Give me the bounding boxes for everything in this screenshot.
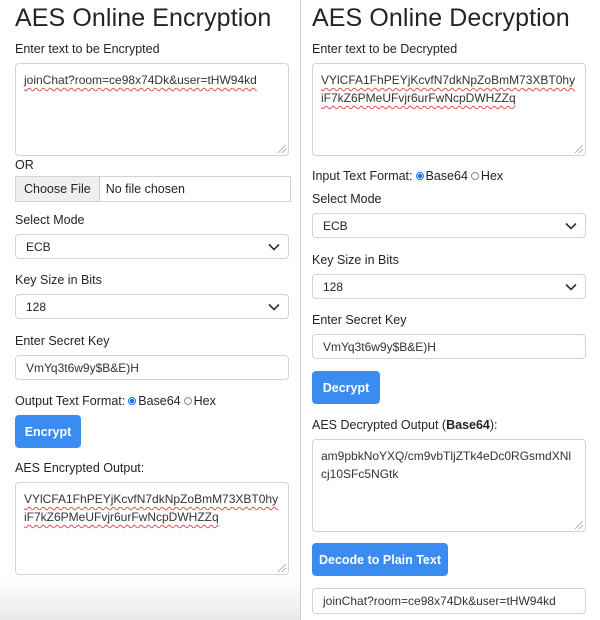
decrypted-output-label-format: Base64 <box>446 418 490 432</box>
decrypt-input-label: Enter text to be Decrypted <box>312 42 458 56</box>
encrypt-secret-value: VmYq3t6w9y$B&E)H <box>26 360 139 375</box>
chevron-down-icon <box>565 222 577 230</box>
decrypted-output-label: AES Decrypted Output (Base64): <box>312 418 498 432</box>
radio-checked-icon[interactable] <box>415 172 424 180</box>
input-format-base64-label: Base64 <box>425 169 468 183</box>
radio-unchecked-icon[interactable] <box>183 397 192 405</box>
encrypted-output-label: AES Encrypted Output: <box>15 461 145 475</box>
radio-unchecked-icon[interactable] <box>470 172 479 180</box>
plain-text-value: joinChat?room=ce98x74Dk&user=tHW94kd <box>323 594 556 608</box>
encrypt-key-size-value: 128 <box>26 299 47 314</box>
input-format-hex-option[interactable]: Hex <box>468 169 503 183</box>
resize-grip-icon[interactable] <box>575 521 583 529</box>
input-format-hex-label: Hex <box>480 169 504 183</box>
plain-text-output[interactable]: joinChat?room=ce98x74Dk&user=tHW94kd <box>312 588 586 614</box>
encrypt-key-size-select[interactable]: 128 <box>15 294 289 319</box>
resize-grip-icon[interactable] <box>575 145 583 153</box>
output-format-hex-label: Hex <box>193 394 216 408</box>
decrypt-secret-value: VmYq3t6w9y$B&E)H <box>323 339 436 354</box>
resize-grip-icon[interactable] <box>278 145 286 153</box>
encrypt-mode-value: ECB <box>26 239 51 254</box>
encryption-title: AES Online Encryption <box>15 4 272 32</box>
chevron-down-icon <box>268 303 280 311</box>
input-format-base64-option[interactable]: Base64 <box>413 169 468 183</box>
encrypted-output-textarea[interactable]: VYlCFA1FhPEYjKcvfN7dkNpZoBmM73XBT0hyiF7k… <box>15 482 289 575</box>
decrypt-secret-label: Enter Secret Key <box>312 313 407 327</box>
encrypt-input-label: Enter text to be Encrypted <box>15 42 160 56</box>
decrypted-output-label-suffix: ): <box>489 418 498 432</box>
output-format-label: Output Text Format: <box>15 394 126 408</box>
chevron-down-icon <box>268 243 280 251</box>
input-format-row: Input Text Format: Base64 Hex <box>312 169 503 183</box>
decrypted-output-label-prefix: AES Decrypted Output ( <box>312 418 447 432</box>
file-picker[interactable]: Choose File No file chosen <box>15 176 291 202</box>
decrypted-output-textarea[interactable]: am9pbkNoYXQ/cm9vbTljZTk4eDc0RGsmdXNlcj10… <box>312 439 586 532</box>
chevron-down-icon <box>565 283 577 291</box>
decrypt-secret-input[interactable]: VmYq3t6w9y$B&E)H <box>312 334 586 359</box>
output-format-row: Output Text Format: Base64 Hex <box>15 394 216 408</box>
encrypt-input-text: joinChat?room=ce98x74Dk&user=tHW94kd <box>24 73 257 87</box>
encrypt-mode-select[interactable]: ECB <box>15 234 289 259</box>
input-format-label: Input Text Format: <box>312 169 413 183</box>
decrypt-mode-label: Select Mode <box>312 192 382 206</box>
decrypt-key-size-label: Key Size in Bits <box>312 253 399 267</box>
decrypt-input-textarea[interactable]: VYlCFA1FhPEYjKcvfN7dkNpZoBmM73XBT0hyiF7k… <box>312 63 586 156</box>
encrypt-mode-label: Select Mode <box>15 213 85 227</box>
radio-checked-icon[interactable] <box>128 397 137 405</box>
decrypt-mode-value: ECB <box>323 218 348 233</box>
decryption-title: AES Online Decryption <box>312 4 570 32</box>
encrypt-secret-label: Enter Secret Key <box>15 334 110 348</box>
output-format-base64-label: Base64 <box>138 394 181 408</box>
bottom-shade <box>0 578 300 620</box>
decrypted-output-text: am9pbkNoYXQ/cm9vbTljZTk4eDc0RGsmdXNlcj10… <box>321 449 572 481</box>
encrypted-output-text: VYlCFA1FhPEYjKcvfN7dkNpZoBmM73XBT0hyiF7k… <box>24 492 279 524</box>
decode-plain-text-button[interactable]: Decode to Plain Text <box>312 543 448 576</box>
decrypt-button[interactable]: Decrypt <box>312 371 380 404</box>
choose-file-button[interactable]: Choose File <box>16 177 100 201</box>
decryption-panel: AES Online Decryption Enter text to be D… <box>300 0 600 620</box>
decrypt-mode-select[interactable]: ECB <box>312 213 586 238</box>
output-format-hex-option[interactable]: Hex <box>181 394 216 408</box>
decrypt-key-size-select[interactable]: 128 <box>312 274 586 299</box>
encrypt-button[interactable]: Encrypt <box>15 415 81 448</box>
encrypt-input-textarea[interactable]: joinChat?room=ce98x74Dk&user=tHW94kd <box>15 63 289 156</box>
decrypt-input-text: VYlCFA1FhPEYjKcvfN7dkNpZoBmM73XBT0hyiF7k… <box>321 73 576 105</box>
resize-grip-icon[interactable] <box>278 564 286 572</box>
encrypt-key-size-label: Key Size in Bits <box>15 273 102 287</box>
encrypt-secret-input[interactable]: VmYq3t6w9y$B&E)H <box>15 355 289 380</box>
file-status: No file chosen <box>105 182 185 196</box>
output-format-base64-option[interactable]: Base64 <box>125 394 181 408</box>
or-label: OR <box>15 158 34 172</box>
decrypt-key-size-value: 128 <box>323 279 344 294</box>
